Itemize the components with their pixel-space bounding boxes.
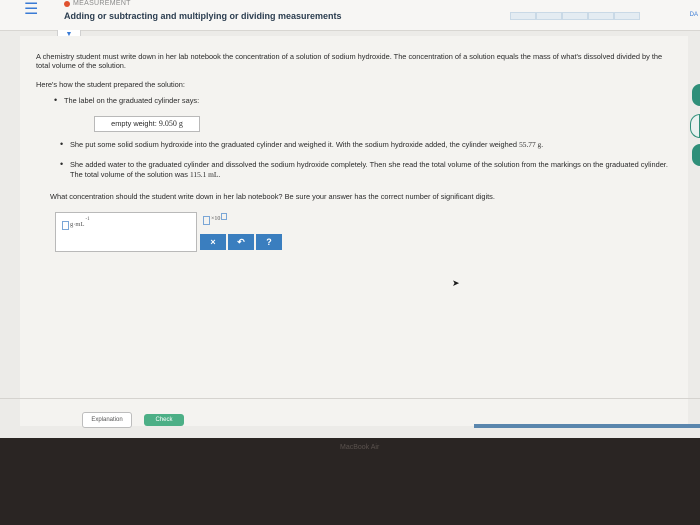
prep-heading: Here's how the student prepared the solu… — [36, 80, 185, 89]
unit-label: g·mL — [70, 221, 85, 228]
label-prefix: empty weight: — [111, 119, 157, 128]
side-tab[interactable] — [690, 114, 700, 138]
side-tab[interactable] — [692, 144, 700, 166]
sci-times: ×10 — [211, 216, 221, 222]
question-text: What concentration should the student wr… — [50, 192, 495, 201]
clear-button[interactable]: × — [200, 234, 226, 250]
problem-intro: A chemistry student must write down in h… — [36, 52, 663, 70]
cylinder-label-box: empty weight: 9.050 g — [94, 116, 200, 132]
unit-exponent: -1 — [85, 217, 90, 222]
corner-label[interactable]: DA — [690, 12, 698, 18]
menu-icon[interactable]: ☰ — [24, 2, 38, 18]
answer-input[interactable]: g·mL -1 — [62, 217, 90, 230]
bullet-text: She added water to the graduated cylinde… — [70, 160, 668, 179]
topic-row: MEASUREMENT — [64, 0, 131, 7]
footer-strip — [474, 424, 700, 428]
progress-segment — [562, 12, 588, 20]
progress-segment — [588, 12, 614, 20]
progress-segment — [510, 12, 536, 20]
top-bar: ☰ MEASUREMENT Adding or subtracting and … — [0, 0, 700, 31]
progress-bar — [510, 12, 640, 20]
undo-button[interactable]: ↶ — [228, 234, 254, 250]
help-button[interactable]: ? — [256, 234, 282, 250]
lesson-title: Adding or subtracting and multiplying or… — [64, 11, 342, 21]
side-tab[interactable] — [692, 84, 700, 106]
scientific-notation-button[interactable]: ×10 — [203, 213, 228, 225]
check-button[interactable]: Check — [144, 414, 184, 426]
progress-segment — [536, 12, 562, 20]
input-slot[interactable] — [62, 221, 69, 230]
label-value: 9.050 g — [158, 119, 183, 128]
exponent-slot — [221, 213, 228, 220]
topic-dot-icon — [64, 0, 70, 7]
bullet-label: • The label on the graduated cylinder sa… — [54, 95, 200, 105]
mouse-cursor-icon: ➤ — [452, 278, 460, 288]
divider — [0, 398, 700, 399]
input-slot — [203, 216, 210, 225]
topic-label: MEASUREMENT — [73, 0, 131, 7]
bullet-text: She put some solid sodium hydroxide into… — [70, 140, 517, 149]
problem-panel: A chemistry student must write down in h… — [20, 36, 688, 426]
bullet-value: 115.1 mL. — [189, 169, 221, 179]
progress-segment — [614, 12, 640, 20]
answer-box[interactable]: g·mL -1 — [55, 212, 197, 252]
bullet-value: 55.77 g. — [519, 140, 544, 149]
device-brand: MacBook Air — [340, 444, 380, 451]
answer-tools: × ↶ ? — [200, 234, 282, 250]
bullet-volume: • She added water to the graduated cylin… — [60, 159, 668, 179]
bullet-text: The label on the graduated cylinder says… — [64, 96, 200, 105]
bullet-weigh: • She put some solid sodium hydroxide in… — [60, 139, 544, 149]
screen: ☰ MEASUREMENT Adding or subtracting and … — [0, 0, 700, 438]
explanation-button[interactable]: Explanation — [82, 412, 132, 428]
